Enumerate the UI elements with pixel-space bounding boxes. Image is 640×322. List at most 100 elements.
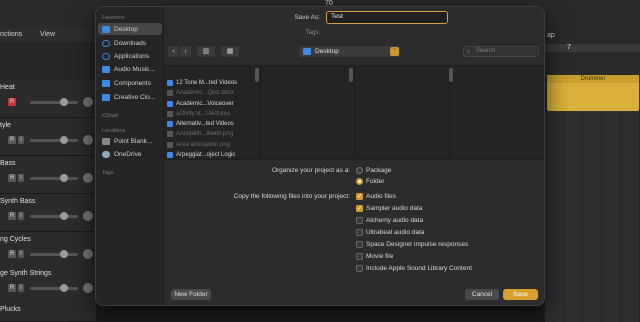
- sidebar-item-label: Components: [114, 79, 151, 87]
- file-name: Area annotation.png: [176, 142, 231, 148]
- record-enable-button[interactable]: R: [8, 212, 16, 220]
- sidebar-item-label: Creative Clo...: [114, 93, 156, 101]
- record-enable-button[interactable]: R: [8, 250, 16, 258]
- forward-button[interactable]: ›: [180, 46, 191, 57]
- group-view-button[interactable]: ▦: [221, 46, 239, 57]
- track-header[interactable]: Heat R: [0, 80, 96, 118]
- sidebar-item-label: Applications: [114, 52, 150, 60]
- scrollbar[interactable]: [449, 68, 453, 82]
- column-view-button[interactable]: ▥: [197, 46, 215, 57]
- track-header[interactable]: Synth Bass R I: [0, 194, 96, 232]
- list-item[interactable]: 12 Tone M...ted Videos: [167, 78, 255, 88]
- bar-ruler[interactable]: 7: [545, 44, 640, 52]
- location-popup[interactable]: Desktop ⌃: [299, 46, 400, 57]
- scrollbar[interactable]: [255, 68, 259, 82]
- volume-knob[interactable]: [60, 212, 68, 220]
- package-radio[interactable]: [356, 167, 363, 174]
- sidebar-item-label: Desktop: [114, 25, 138, 33]
- input-monitor-button[interactable]: I: [18, 136, 24, 144]
- volume-slider[interactable]: [30, 215, 78, 218]
- sidebar-item-label: OneDrive: [114, 150, 142, 158]
- pan-knob[interactable]: [83, 173, 93, 183]
- save-as-field[interactable]: Test: [326, 11, 448, 24]
- input-monitor-button[interactable]: I: [18, 174, 24, 182]
- volume-knob[interactable]: [60, 250, 68, 258]
- icloud-header: iCloud: [102, 113, 118, 119]
- volume-knob[interactable]: [60, 136, 68, 144]
- track-header[interactable]: ge Synth Strings R I: [0, 266, 96, 304]
- track-name: Bass: [0, 160, 16, 167]
- sidebar-item-point-blank[interactable]: Point Blank...: [98, 135, 162, 147]
- view-menu[interactable]: View: [40, 31, 55, 38]
- space-designer-checkbox[interactable]: [356, 241, 363, 248]
- search-input[interactable]: ⌕ Search: [463, 46, 539, 57]
- ruler-bar-number: 7: [567, 44, 571, 51]
- movie-file-label: Movie file: [366, 253, 394, 260]
- apple-sound-library-checkbox[interactable]: [356, 265, 363, 272]
- sidebar-item-applications[interactable]: Applications: [98, 50, 162, 62]
- list-item[interactable]: Alternativ...ted Videos: [167, 119, 255, 129]
- list-item[interactable]: Arpeggiat...oject Logic: [167, 150, 255, 160]
- scrollbar[interactable]: [349, 68, 353, 82]
- record-enable-button[interactable]: R: [8, 136, 16, 144]
- pan-knob[interactable]: [83, 283, 93, 293]
- ultrabeat-audio-checkbox[interactable]: [356, 229, 363, 236]
- track-header[interactable]: tyle R I: [0, 118, 96, 156]
- volume-slider[interactable]: [30, 253, 78, 256]
- alchemy-audio-checkbox[interactable]: [356, 217, 363, 224]
- file-name: Annotatin...tteam.png: [176, 131, 234, 137]
- volume-slider[interactable]: [30, 287, 78, 290]
- list-item[interactable]: Academic...Voiceover: [167, 99, 255, 109]
- pan-knob[interactable]: [83, 97, 93, 107]
- volume-slider[interactable]: [30, 177, 78, 180]
- finder-sidebar: Favorites Desktop Downloads Applications…: [96, 7, 164, 305]
- audio-files-checkbox[interactable]: ✓: [356, 193, 363, 200]
- sidebar-item-audio-music[interactable]: Audio Music...: [98, 63, 162, 75]
- folder-radio[interactable]: [356, 178, 363, 185]
- record-enable-button[interactable]: R: [8, 174, 16, 182]
- save-as-label: Save As:: [294, 14, 320, 21]
- pan-knob[interactable]: [83, 211, 93, 221]
- record-enable-button[interactable]: R: [8, 284, 16, 292]
- alchemy-audio-label: Alchemy audio data: [366, 217, 424, 224]
- sampler-audio-label: Sampler audio data: [366, 205, 423, 212]
- volume-slider[interactable]: [30, 139, 78, 142]
- dialog-main: Save As: Test Tags: ‹ › ▥ ▦ Desktop ⌃ ⌕ …: [164, 7, 544, 305]
- drive-icon: [102, 137, 110, 145]
- functions-menu[interactable]: nctions: [0, 31, 22, 38]
- sidebar-item-label: Audio Music...: [114, 65, 155, 73]
- drummer-region-label: Drummer: [547, 75, 639, 83]
- track-header[interactable]: ng Cycles R I: [0, 232, 96, 270]
- sidebar-item-components[interactable]: Components: [98, 77, 162, 89]
- input-monitor-button[interactable]: I: [18, 250, 24, 258]
- movie-file-checkbox[interactable]: [356, 253, 363, 260]
- save-button[interactable]: Save: [503, 289, 538, 300]
- folder-icon: [102, 65, 110, 73]
- track-name: ng Cycles: [0, 236, 31, 243]
- volume-knob[interactable]: [60, 174, 68, 182]
- pan-knob[interactable]: [83, 249, 93, 259]
- back-button[interactable]: ‹: [168, 46, 179, 57]
- sidebar-item-label: Downloads: [114, 39, 147, 47]
- tags-field[interactable]: [326, 28, 448, 39]
- pan-knob[interactable]: [83, 135, 93, 145]
- track-header[interactable]: Plucks: [0, 302, 96, 322]
- record-enable-button[interactable]: R: [8, 98, 16, 106]
- volume-knob[interactable]: [60, 284, 68, 292]
- sidebar-item-desktop[interactable]: Desktop: [98, 23, 162, 35]
- sidebar-item-onedrive[interactable]: OneDrive: [98, 148, 162, 160]
- sidebar-item-downloads[interactable]: Downloads: [98, 37, 162, 49]
- tags-header: Tags: [102, 170, 114, 176]
- new-folder-button[interactable]: New Folder: [171, 289, 211, 300]
- input-monitor-button[interactable]: I: [18, 284, 24, 292]
- track-header[interactable]: Bass R I: [0, 156, 96, 194]
- cancel-button[interactable]: Cancel: [465, 289, 499, 300]
- search-icon: ⌕: [467, 49, 471, 55]
- apple-sound-library-label: Include Apple Sound Library Content: [366, 265, 472, 272]
- sampler-audio-checkbox[interactable]: ✓: [356, 205, 363, 212]
- folder-icon: [102, 79, 110, 87]
- volume-slider[interactable]: [30, 101, 78, 104]
- sidebar-item-creative-cloud[interactable]: Creative Clo...: [98, 91, 162, 103]
- volume-knob[interactable]: [60, 98, 68, 106]
- input-monitor-button[interactable]: I: [18, 212, 24, 220]
